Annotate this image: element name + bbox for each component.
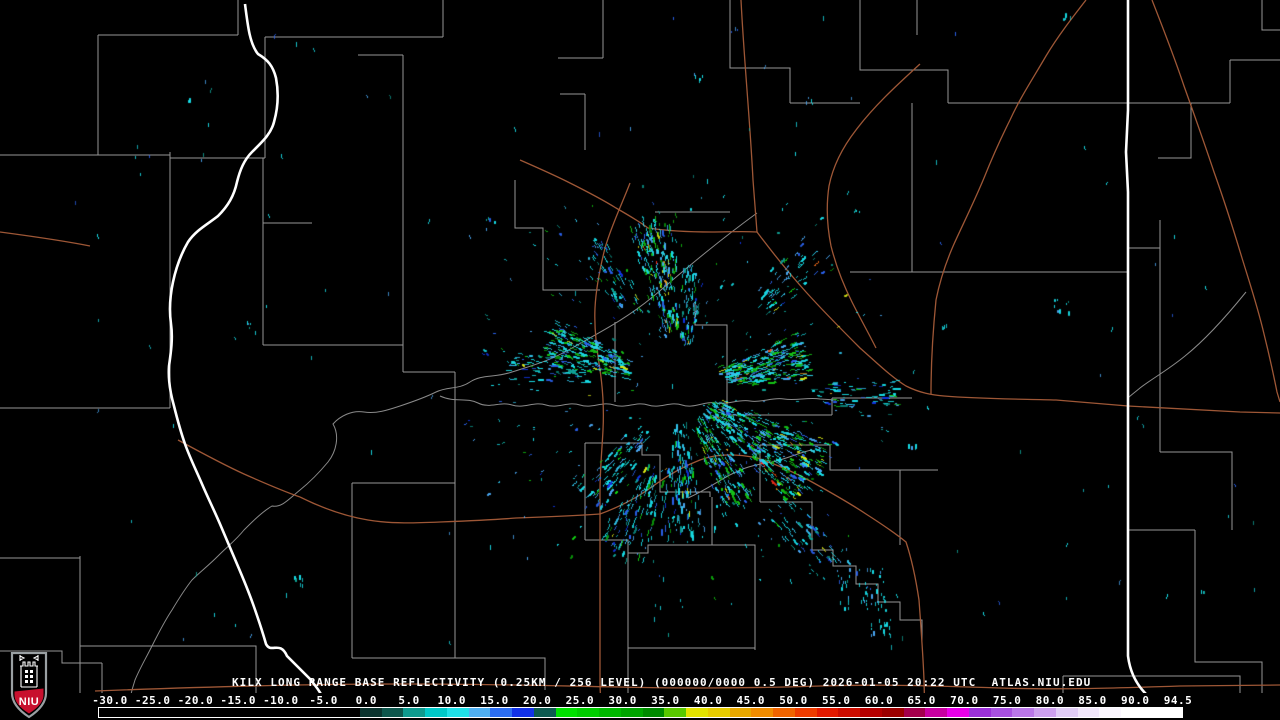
colorbar-segment	[425, 708, 448, 717]
logo-text: NIU	[19, 696, 39, 708]
colorbar-segment	[403, 708, 426, 717]
colorbar-tick-label: 10.0	[437, 694, 466, 707]
product-caption: KILX LONG RANGE BASE REFLECTIVITY (0.25K…	[232, 676, 1092, 689]
colorbar-segment	[751, 708, 774, 717]
colorbar-segment	[729, 708, 752, 717]
colorbar-segment	[555, 708, 578, 717]
radar-map-screen: KILX LONG RANGE BASE REFLECTIVITY (0.25K…	[0, 0, 1280, 720]
colorbar-segment	[773, 708, 796, 717]
niu-shield-logo: NIU	[10, 652, 48, 719]
colorbar-tick-label: 20.0	[522, 694, 552, 707]
colorbar-segment	[1142, 708, 1182, 717]
colorbar-segment	[1077, 708, 1100, 717]
colorbar-tick-label: 50.0	[779, 694, 808, 707]
colorbar-tick-label: -25.0	[134, 694, 171, 707]
colorbar-tick-label: 30.0	[608, 694, 637, 707]
colorbar-segment	[577, 708, 600, 717]
colorbar-tick-label: 25.0	[565, 694, 595, 707]
colorbar-segment	[990, 708, 1013, 717]
colorbar-tick-label: 0.0	[355, 694, 377, 707]
colorbar-segment	[359, 708, 383, 717]
colorbar-tick-label: 45.0	[736, 694, 766, 707]
colorbar-segment	[925, 708, 948, 717]
colorbar-segment	[1121, 708, 1144, 717]
colorbar-segment	[512, 708, 535, 717]
colorbar-tick-label: 85.0	[1078, 694, 1107, 707]
colorbar-segment	[686, 708, 709, 717]
colorbar-segment	[620, 708, 644, 717]
colorbar-tick-label: 60.0	[864, 694, 894, 707]
colorbar-segment	[599, 708, 622, 717]
colorbar-tick-label: -30.0	[92, 694, 128, 707]
colorbar-tick-label: -5.0	[309, 694, 338, 707]
colorbar-tick-label: 90.0	[1121, 694, 1150, 707]
colorbar-segment	[446, 708, 470, 717]
colorbar-segment	[533, 708, 557, 717]
colorbar-tick-label: 94.5	[1163, 694, 1193, 707]
colorbar-segment	[1099, 708, 1122, 717]
colorbar-tick-label: 15.0	[480, 694, 509, 707]
radar-echoes	[0, 0, 1280, 720]
colorbar-tick-label: -10.0	[263, 694, 299, 707]
colorbar-segment	[642, 708, 665, 717]
colorbar-segment	[903, 708, 926, 717]
colorbar-segment	[99, 708, 361, 717]
reflectivity-colorbar: -30.0 -25.0 -20.0 -15.0 -10.0 -5.0 0.0 5.0 10.0 1…	[0, 693, 1280, 720]
colorbar-tick-label: 40.0	[693, 694, 723, 707]
colorbar-segment	[968, 708, 992, 717]
colorbar-tick-label: 70.0	[950, 694, 979, 707]
colorbar-segment	[468, 708, 491, 717]
colorbar-segment	[664, 708, 687, 717]
colorbar-segment	[707, 708, 731, 717]
colorbar-segment	[881, 708, 905, 717]
colorbar-tick-label: -15.0	[220, 694, 256, 707]
colorbar-tick-label: 75.0	[992, 694, 1022, 707]
colorbar-tick-labels: -30.0 -25.0 -20.0 -15.0 -10.0 -5.0 0.0 5.0 10.0 1…	[0, 694, 1280, 707]
colorbar-segment	[1055, 708, 1079, 717]
colorbar-tick-label: 80.0	[1035, 694, 1065, 707]
colorbar-segment	[381, 708, 404, 717]
colorbar-tick-label: -20.0	[177, 694, 214, 707]
colorbar-segment	[838, 708, 861, 717]
colorbar-tick-label: 35.0	[651, 694, 680, 707]
colorbar-gradient	[98, 707, 1183, 718]
colorbar-tick-label: 5.0	[398, 694, 420, 707]
colorbar-segment	[816, 708, 839, 717]
colorbar-tick-label: 65.0	[907, 694, 936, 707]
colorbar-tick-label: 55.0	[821, 694, 851, 707]
colorbar-segment	[794, 708, 818, 717]
colorbar-segment	[860, 708, 883, 717]
colorbar-segment	[1034, 708, 1057, 717]
colorbar-segment	[947, 708, 970, 717]
colorbar-segment	[490, 708, 513, 717]
colorbar-segment	[1012, 708, 1035, 717]
